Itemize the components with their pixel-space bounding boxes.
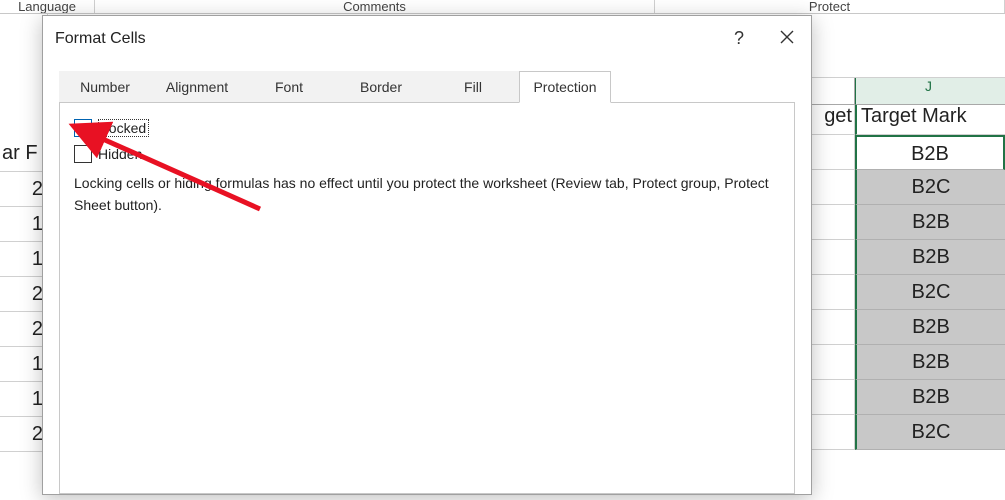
cell-j[interactable]: B2B [855,345,1005,380]
ribbon-group-language: Language [0,0,95,14]
col-header-fragment-left: ar F [0,142,48,172]
col-j-header[interactable]: Target Mark [855,105,1005,135]
hidden-checkbox-label[interactable]: Hidden [98,146,142,162]
cell-left[interactable]: 2 [0,172,48,207]
protection-help-text: Locking cells or hiding formulas has no … [74,173,780,216]
cell-j[interactable]: B2B [855,380,1005,415]
column-letter-i-fragment[interactable] [805,78,855,105]
tab-font[interactable]: Font [243,71,335,102]
ribbon-group-labels: Language Comments Protect [0,0,1005,14]
tab-alignment[interactable]: Alignment [151,71,243,102]
cell-j[interactable]: B2C [855,275,1005,310]
cell-j[interactable]: B2C [855,170,1005,205]
cell-left[interactable]: 2 [0,277,48,312]
tab-number[interactable]: Number [59,71,151,102]
hidden-checkbox[interactable] [74,145,92,163]
check-icon: ✓ [77,121,89,135]
worksheet-right-fragment: J get Target Mark B2B B2C B2B B2B B2C B2… [805,14,1005,500]
close-icon [780,28,794,49]
ribbon-group-comments: Comments [95,0,655,14]
tab-fill[interactable]: Fill [427,71,519,102]
close-button[interactable] [763,16,811,61]
col-i-header-fragment[interactable]: get [805,105,855,135]
protection-tab-panel: ✓ Locked Hidden Locking cells or hiding … [59,102,795,494]
format-cells-dialog: Format Cells ? Number Alignment Font Bor… [42,15,812,495]
dialog-tab-strip: Number Alignment Font Border Fill Protec… [43,61,811,102]
cell-j[interactable]: B2B [855,240,1005,275]
help-button[interactable]: ? [715,16,763,61]
tab-border[interactable]: Border [335,71,427,102]
ribbon-group-protect: Protect [655,0,1005,14]
cell-j[interactable]: B2B [855,310,1005,345]
cell-j[interactable]: B2B [855,135,1005,170]
locked-checkbox-label[interactable]: Locked [98,119,149,137]
cell-left[interactable]: 1 [0,382,48,417]
cell-j[interactable]: B2C [855,415,1005,450]
cell-left[interactable]: 1 [0,242,48,277]
dialog-titlebar[interactable]: Format Cells ? [43,16,811,61]
cell-left[interactable]: 1 [0,207,48,242]
cell-left[interactable]: 2 [0,312,48,347]
cell-left[interactable]: 2 [0,417,48,452]
cell-j[interactable]: B2B [855,205,1005,240]
tab-protection[interactable]: Protection [519,71,611,103]
column-letter-j[interactable]: J [855,78,1005,105]
dialog-title: Format Cells [55,30,715,48]
cell-left[interactable]: 1 [0,347,48,382]
worksheet-left-fragment: ar F 2 1 1 2 2 1 1 2 [0,14,48,500]
locked-checkbox[interactable]: ✓ [74,119,92,137]
